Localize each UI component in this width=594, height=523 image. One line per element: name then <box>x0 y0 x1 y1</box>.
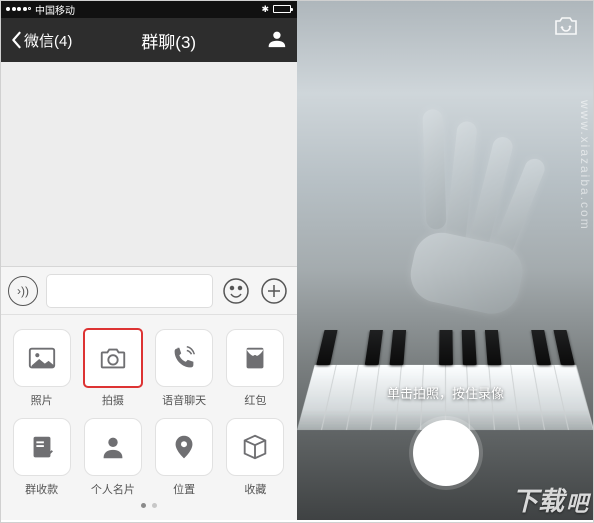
attach-photos[interactable]: 照片 <box>9 329 75 408</box>
receipt-icon <box>27 432 57 462</box>
attachments-toggle-button[interactable] <box>259 276 289 306</box>
attach-contact-card[interactable]: 个人名片 <box>80 418 146 497</box>
chevron-left-icon <box>10 31 22 49</box>
message-input[interactable] <box>46 274 213 308</box>
chat-messages-area[interactable] <box>0 62 297 266</box>
camera-icon <box>98 343 128 373</box>
carrier-label: 中国移动 <box>35 2 75 17</box>
plus-circle-icon <box>260 277 288 305</box>
attach-label: 照片 <box>31 392 53 408</box>
back-label: 微信(4) <box>24 30 72 51</box>
camera-capture-screen: 单击拍照，按住录像 www.xiazaiba.com 下载 吧 <box>297 0 594 520</box>
input-bar: ›)) <box>0 266 297 314</box>
battery-icon <box>273 5 291 13</box>
camera-hint-text: 单击拍照，按住录像 <box>297 383 594 402</box>
back-button[interactable]: 微信(4) <box>10 30 72 51</box>
scene-hand <box>388 106 574 323</box>
attach-label: 红包 <box>244 392 266 408</box>
attach-label: 收藏 <box>244 481 266 497</box>
phone-icon <box>169 343 199 373</box>
watermark-url: www.xiazaiba.com <box>578 100 592 231</box>
watermark-suffix: 吧 <box>566 486 588 518</box>
page-title: 群聊(3) <box>141 28 196 53</box>
bluetooth-icon: ✱ <box>261 4 269 15</box>
group-members-button[interactable] <box>265 28 287 53</box>
attachments-panel: 照片 拍摄 语音聊天 红包 群收款 <box>0 314 297 520</box>
page-dot <box>152 503 157 508</box>
location-pin-icon <box>169 432 199 462</box>
attach-label: 拍摄 <box>102 392 124 408</box>
person-solid-icon <box>98 432 128 462</box>
status-left: 中国移动 <box>6 2 75 17</box>
wechat-chat-screen: 中国移动 ✱ 微信(4) 群聊(3) ›)) <box>0 0 297 520</box>
watermark-logo: 下载 吧 <box>512 481 588 518</box>
attach-label: 位置 <box>173 481 195 497</box>
attach-voice-chat[interactable]: 语音聊天 <box>151 329 217 408</box>
attach-favorites[interactable]: 收藏 <box>222 418 288 497</box>
status-right: ✱ <box>261 4 291 15</box>
signal-dots-icon <box>6 7 31 11</box>
switch-camera-button[interactable] <box>552 14 580 38</box>
picture-icon <box>27 343 57 373</box>
attachments-grid: 照片 拍摄 语音聊天 红包 群收款 <box>6 329 291 497</box>
camera-flip-icon <box>552 14 580 38</box>
sound-wave-icon: ›)) <box>17 284 29 298</box>
attach-label: 群收款 <box>25 481 58 497</box>
nav-bar: 微信(4) 群聊(3) <box>0 18 297 62</box>
page-indicator <box>6 497 291 516</box>
watermark-main: 下载 <box>512 481 564 518</box>
attach-label: 语音聊天 <box>162 392 206 408</box>
envelope-icon <box>240 343 270 373</box>
emoji-button[interactable] <box>221 276 251 306</box>
attach-camera[interactable]: 拍摄 <box>80 329 146 408</box>
voice-input-button[interactable]: ›)) <box>8 276 38 306</box>
shutter-button[interactable] <box>413 420 479 486</box>
attach-label: 个人名片 <box>91 481 135 497</box>
box-icon <box>240 432 270 462</box>
person-icon <box>265 28 287 48</box>
page-dot <box>141 503 146 508</box>
status-bar: 中国移动 ✱ <box>0 0 297 18</box>
attach-location[interactable]: 位置 <box>151 418 217 497</box>
attach-red-packet[interactable]: 红包 <box>222 329 288 408</box>
smiley-icon <box>222 277 250 305</box>
attach-group-collect[interactable]: 群收款 <box>9 418 75 497</box>
